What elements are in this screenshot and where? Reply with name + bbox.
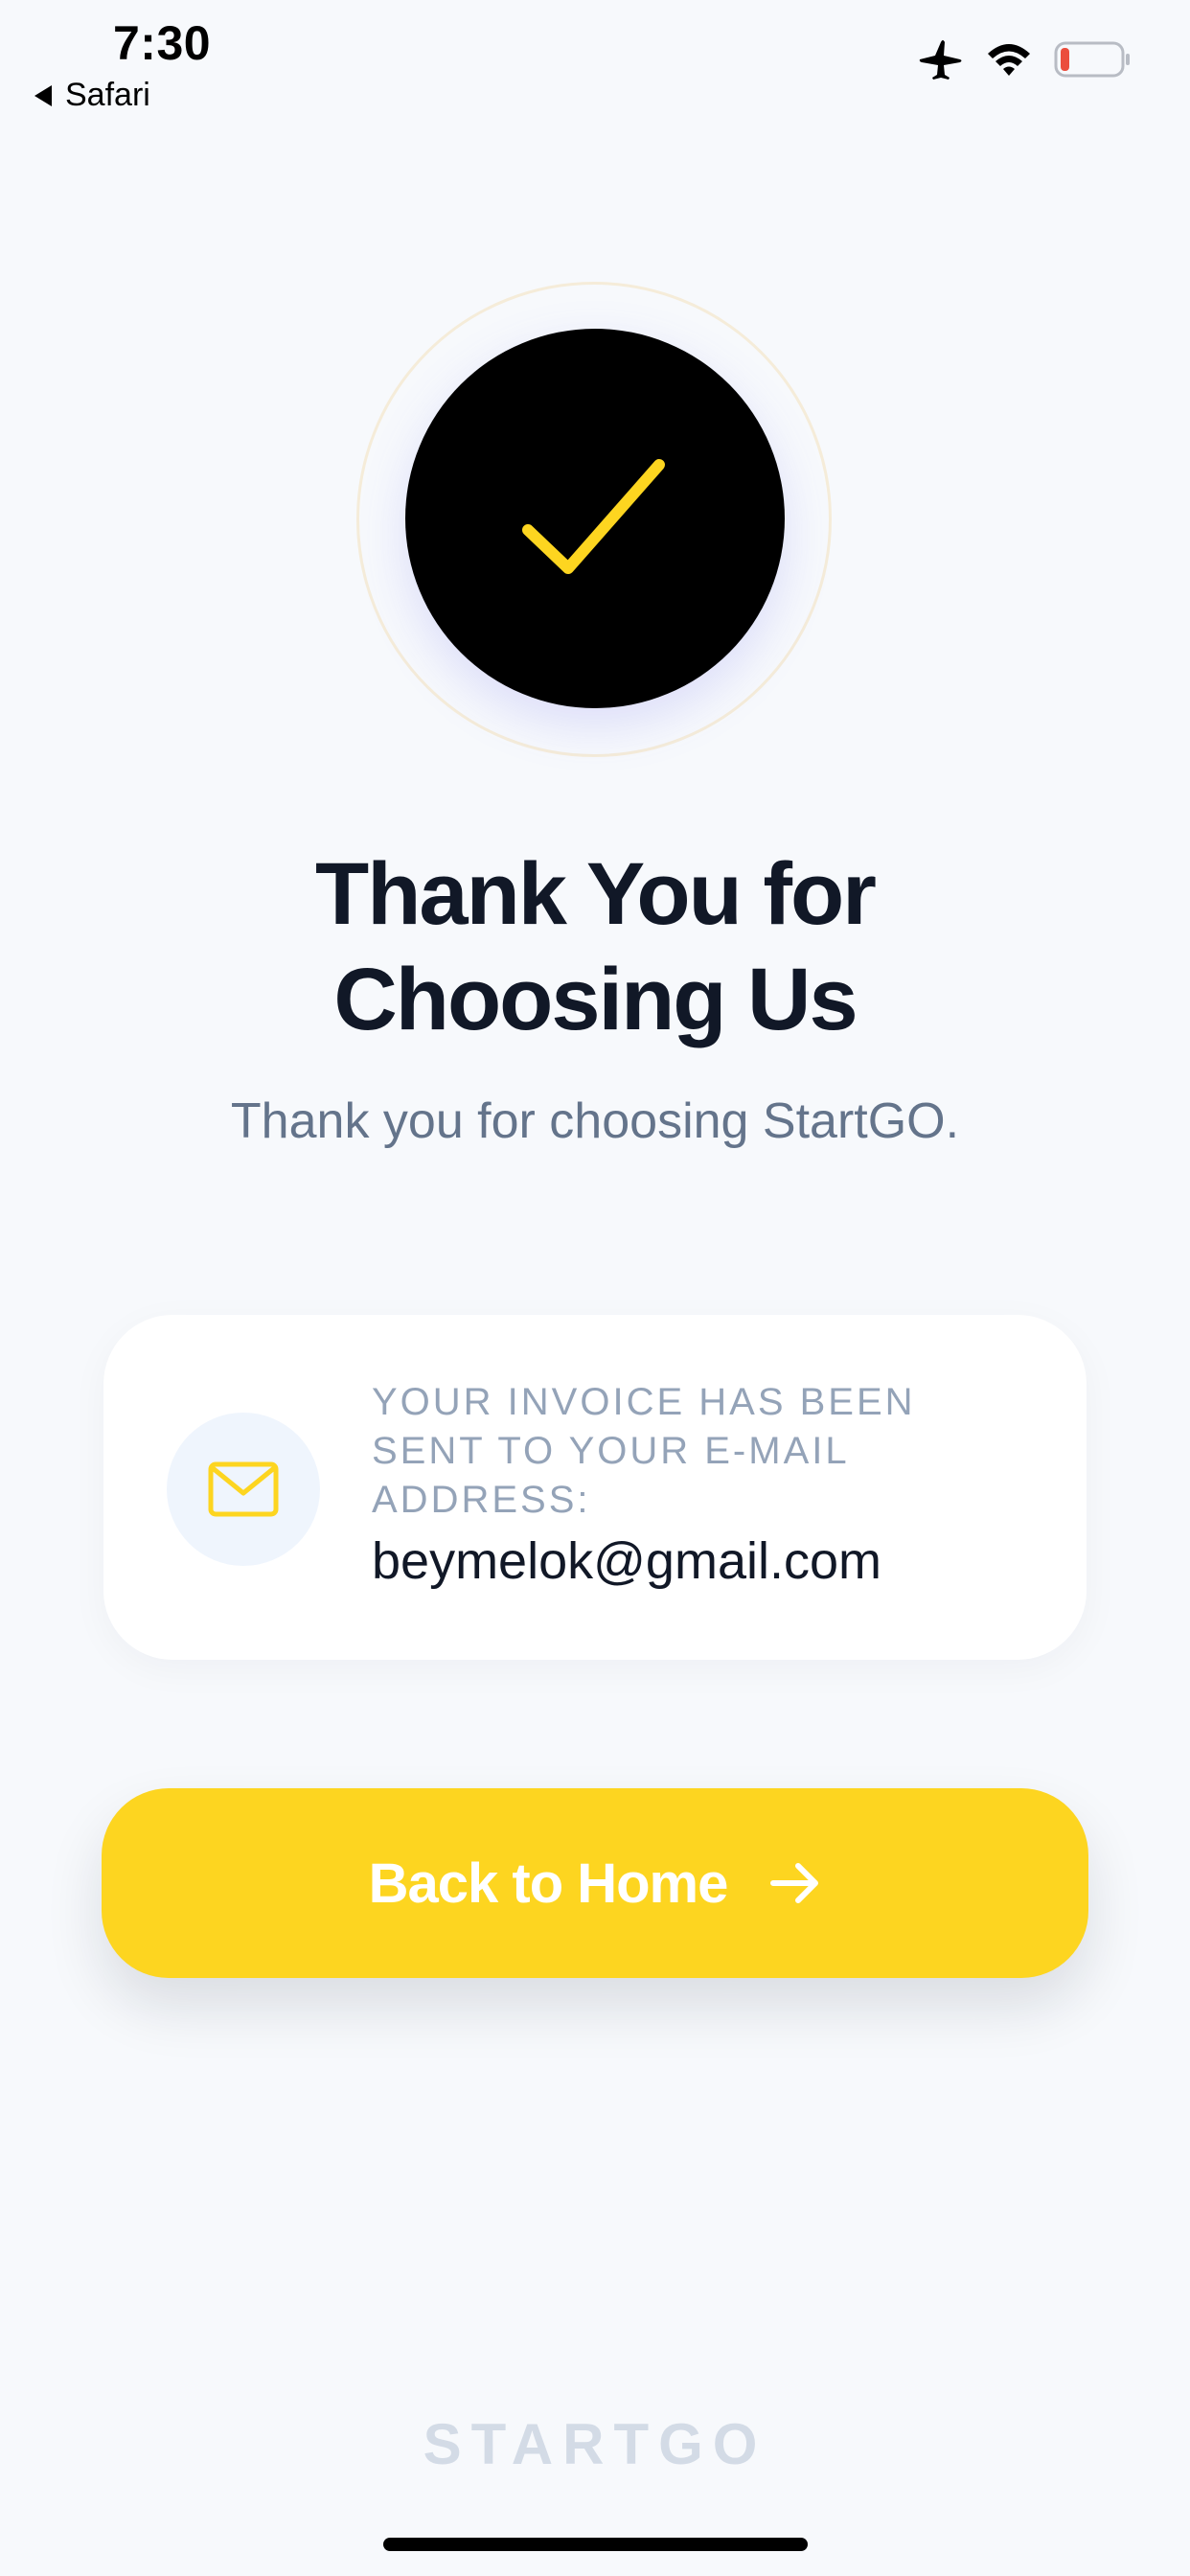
back-app-label: Safari [65,77,150,113]
title-line-2: Choosing Us [333,951,858,1048]
back-to-safari-button[interactable]: Safari [34,77,150,114]
title-line-1: Thank You for [315,845,877,943]
back-to-home-button[interactable]: Back to Home [102,1788,1088,1978]
invoice-card: YOUR INVOICE HAS BEEN SENT TO YOUR E-MAI… [103,1315,1087,1660]
subtitle: Thank you for choosing StartGO. [230,1093,960,1149]
battery-low-icon [1054,41,1130,78]
status-time: 7:30 [113,16,212,70]
arrow-right-icon [770,1863,819,1903]
wifi-icon [988,44,1030,76]
home-indicator[interactable] [383,2538,808,2551]
screen: 7:30 Safari Thank You for Choosing Us Th… [0,0,1190,2576]
mail-badge [167,1413,320,1566]
back-to-home-label: Back to Home [368,1852,729,1915]
invoice-email: beymelok@gmail.com [372,1532,881,1590]
mail-icon [208,1461,279,1517]
invoice-note: YOUR INVOICE HAS BEEN SENT TO YOUR E-MAI… [372,1381,916,1521]
status-icons [918,38,1131,80]
checkmark-icon [522,459,665,574]
airplane-icon [919,40,962,80]
success-check-circle [405,329,785,708]
brand-wordmark: STARTGO [423,2412,767,2476]
page-title: Thank You for Choosing Us [0,841,1190,1052]
back-triangle-icon [34,84,52,106]
